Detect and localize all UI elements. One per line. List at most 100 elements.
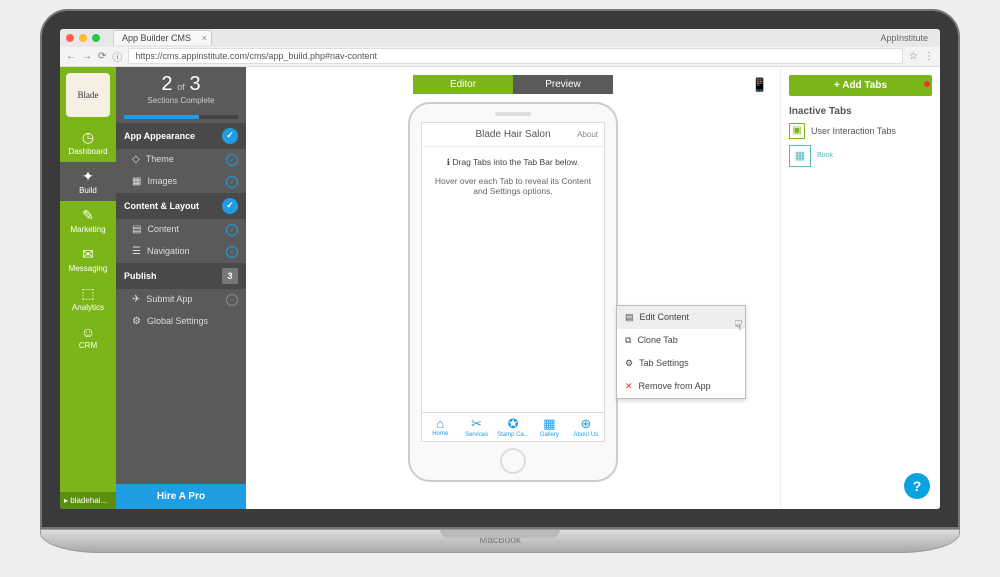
app-header: Blade Hair Salon About: [422, 123, 604, 147]
help-button[interactable]: ?: [904, 473, 930, 499]
record-indicator: [924, 81, 930, 87]
phone-tab-gallery[interactable]: ▦Gallery: [531, 413, 567, 441]
forward-icon[interactable]: →: [82, 51, 92, 62]
check-icon: ✓: [222, 128, 238, 144]
count-badge: 3: [222, 268, 238, 284]
gear-icon: ⚙: [625, 358, 633, 369]
hint-text: ℹ Drag Tabs into the Tab Bar below.: [432, 157, 594, 168]
phone-home-button[interactable]: [500, 448, 526, 474]
close-tab-icon[interactable]: ×: [202, 33, 207, 43]
phone-speaker: [495, 112, 531, 116]
editor-canvas: 📱 Editor Preview Blade Hair Salon About: [246, 67, 780, 509]
dashboard-icon: ◷: [60, 129, 116, 146]
marketing-icon: ✎: [60, 207, 116, 224]
subitem-theme[interactable]: ◇Theme✓: [116, 149, 246, 171]
inactive-tab-book[interactable]: ▦Book: [789, 145, 932, 167]
app-body: ℹ Drag Tabs into the Tab Bar below. Hove…: [422, 147, 604, 412]
ctx-remove[interactable]: ✕Remove from App: [617, 375, 745, 398]
inactive-tabs-header: Inactive Tabs: [789, 106, 932, 117]
hire-a-pro-button[interactable]: Hire A Pro: [116, 484, 246, 509]
subitem-submit-app[interactable]: ✈Submit App–: [116, 289, 246, 311]
clone-icon: ⧉: [625, 335, 631, 346]
brand-label: AppInstitute: [880, 33, 934, 43]
maximize-window-button[interactable]: [92, 34, 100, 42]
phone-tab-bar: ⌂Home ✂Services ✪Stamp Ca... ▦Gallery ⊕A…: [422, 412, 604, 441]
close-window-button[interactable]: [66, 34, 74, 42]
gallery-icon: ▦: [531, 416, 567, 432]
crm-icon: ☺: [60, 324, 116, 340]
rail-item-analytics[interactable]: ⬚Analytics: [60, 279, 116, 318]
progress-current: 2: [161, 73, 172, 95]
section-app-appearance[interactable]: App Appearance✓: [116, 123, 246, 149]
rail-item-build[interactable]: ✦Build: [60, 162, 116, 201]
subitem-content[interactable]: ▤Content✓: [116, 219, 246, 241]
progress-block: 2 of 3 Sections Complete: [116, 67, 246, 111]
minimize-window-button[interactable]: [79, 34, 87, 42]
rail-item-marketing[interactable]: ✎Marketing: [60, 201, 116, 240]
check-icon: ✓: [226, 224, 238, 236]
settings-icon: ⚙: [132, 316, 141, 327]
right-panel: + Add Tabs Inactive Tabs ▣User Interacti…: [780, 67, 940, 509]
url-input[interactable]: https://cms.appinstitute.com/cms/app_bui…: [128, 48, 903, 64]
progress-label: Sections Complete: [122, 96, 240, 105]
section-publish[interactable]: Publish3: [116, 263, 246, 289]
app-title: Blade Hair Salon: [475, 129, 550, 140]
check-icon: ✓: [226, 246, 238, 258]
inactive-tab-user-interaction[interactable]: ▣User Interaction Tabs: [789, 123, 932, 139]
ctx-tab-settings[interactable]: ⚙Tab Settings: [617, 352, 745, 375]
progress-bar: [124, 115, 238, 119]
section-content-layout[interactable]: Content & Layout✓: [116, 193, 246, 219]
build-icon: ✦: [60, 168, 116, 185]
mode-toggle: Editor Preview: [413, 75, 613, 94]
phone-tab-services[interactable]: ✂Services: [458, 413, 494, 441]
rail-footer[interactable]: ▸ bladehai...: [60, 492, 116, 509]
browser-tab[interactable]: App Builder CMS ×: [113, 30, 212, 45]
ctx-clone-tab[interactable]: ⧉Clone Tab: [617, 329, 745, 352]
menu-icon[interactable]: ⋮: [924, 51, 934, 62]
about-link[interactable]: About: [577, 130, 598, 139]
rail-item-messaging[interactable]: ✉Messaging: [60, 240, 116, 279]
back-icon[interactable]: ←: [66, 51, 76, 62]
subitem-global-settings[interactable]: ⚙Global Settings: [116, 311, 246, 332]
preview-tab[interactable]: Preview: [513, 75, 613, 94]
pending-icon: –: [226, 294, 238, 306]
rail-item-dashboard[interactable]: ◷Dashboard: [60, 123, 116, 162]
globe-icon: ⊕: [568, 416, 604, 432]
bookmark-icon[interactable]: ☆: [909, 51, 918, 62]
url-bar: ← → ⟳ ⓘ https://cms.appinstitute.com/cms…: [60, 47, 940, 67]
images-icon: ▦: [132, 176, 141, 187]
messaging-icon: ✉: [60, 246, 116, 263]
home-icon: ⌂: [422, 416, 458, 431]
subitem-navigation[interactable]: ☰Navigation✓: [116, 241, 246, 263]
submit-icon: ✈: [132, 294, 140, 305]
rail-item-crm[interactable]: ☺CRM: [60, 318, 116, 356]
info-icon[interactable]: ⓘ: [112, 49, 122, 64]
cursor-icon: ☟: [734, 317, 743, 334]
stamp-icon: ✪: [495, 416, 531, 432]
ctx-edit-content[interactable]: ▤Edit Content: [617, 306, 745, 329]
services-icon: ✂: [458, 416, 494, 432]
phone-tab-about[interactable]: ⊕About Us: [568, 413, 604, 441]
app-logo[interactable]: Blade: [66, 73, 110, 117]
phone-tab-stamp[interactable]: ✪Stamp Ca...: [495, 413, 531, 441]
browser-tab-title: App Builder CMS: [122, 33, 191, 43]
check-icon: ✓: [226, 154, 238, 166]
theme-icon: ◇: [132, 154, 140, 165]
remove-icon: ✕: [625, 381, 633, 392]
device-icon[interactable]: 📱: [752, 77, 768, 93]
context-menu: ▤Edit Content ⧉Clone Tab ⚙Tab Settings ✕…: [616, 305, 746, 399]
analytics-icon: ⬚: [60, 285, 116, 302]
check-icon: ✓: [222, 198, 238, 214]
add-tabs-button[interactable]: + Add Tabs: [789, 75, 932, 96]
subitem-images[interactable]: ▦Images✓: [116, 171, 246, 193]
book-icon: ▦: [789, 145, 811, 167]
reload-icon[interactable]: ⟳: [98, 51, 106, 62]
edit-icon: ▤: [625, 312, 634, 323]
hint-text-2: Hover over each Tab to reveal its Conten…: [432, 176, 594, 196]
tab-group-icon: ▣: [789, 123, 805, 139]
left-nav-rail: Blade ◷Dashboard ✦Build ✎Marketing ✉Mess…: [60, 67, 116, 509]
phone-tab-home[interactable]: ⌂Home: [422, 413, 458, 441]
editor-tab[interactable]: Editor: [413, 75, 513, 94]
phone-frame: Blade Hair Salon About ℹ Drag Tabs into …: [408, 102, 618, 482]
build-panel: 2 of 3 Sections Complete App Appearance✓…: [116, 67, 246, 509]
